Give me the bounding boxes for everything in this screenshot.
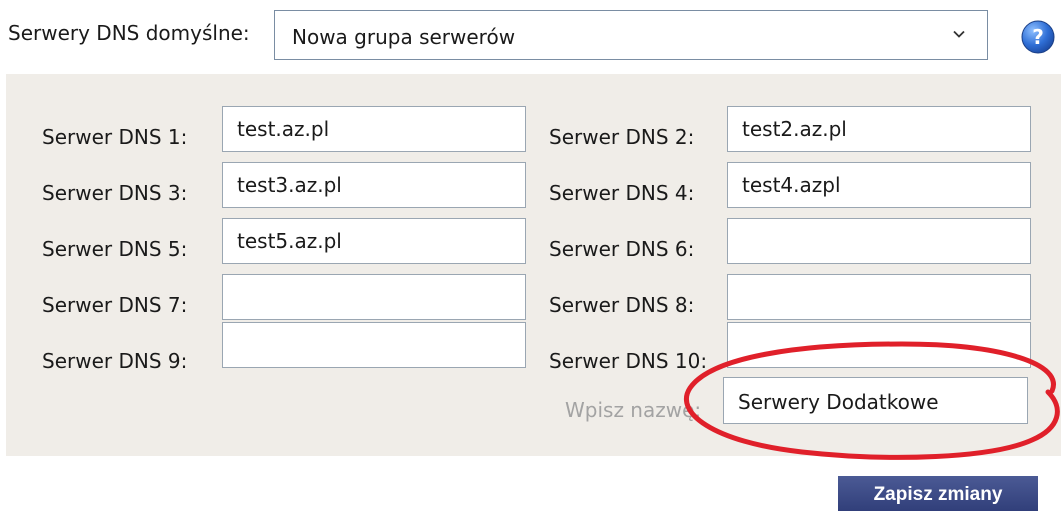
dns-server-8-input[interactable] — [727, 274, 1031, 320]
dns-server-1-value: test.az.pl — [237, 117, 330, 141]
dns-server-1-input[interactable]: test.az.pl — [222, 106, 526, 152]
group-name-input[interactable]: Serwery Dodatkowe — [723, 377, 1028, 424]
dns-server-4-label: Serwer DNS 4: — [549, 181, 695, 205]
chevron-down-icon — [953, 30, 965, 38]
group-name-label: Wpisz nazwę: — [565, 398, 702, 422]
group-name-value: Serwery Dodatkowe — [738, 390, 939, 414]
dns-server-7-input[interactable] — [222, 274, 526, 320]
dns-group-select[interactable]: Nowa grupa serwerów — [274, 10, 988, 60]
dns-server-5-input[interactable]: test5.az.pl — [222, 218, 526, 264]
dns-server-9-input[interactable] — [222, 322, 526, 368]
save-changes-button[interactable]: Zapisz zmiany — [838, 476, 1038, 511]
dns-server-10-label: Serwer DNS 10: — [549, 349, 708, 373]
dns-server-5-value: test5.az.pl — [237, 229, 342, 253]
dns-group-select-value: Nowa grupa serwerów — [292, 25, 516, 49]
dns-server-2-value: test2.az.pl — [742, 117, 847, 141]
dns-server-3-label: Serwer DNS 3: — [42, 181, 188, 205]
default-dns-label: Serwery DNS domyślne: — [8, 21, 250, 45]
dns-server-4-value: test4.azpl — [742, 173, 841, 197]
dns-server-9-label: Serwer DNS 9: — [42, 349, 188, 373]
dns-server-2-input[interactable]: test2.az.pl — [727, 106, 1031, 152]
dns-server-7-label: Serwer DNS 7: — [42, 293, 188, 317]
dns-server-6-input[interactable] — [727, 218, 1031, 264]
svg-text:?: ? — [1032, 25, 1044, 49]
dns-server-6-label: Serwer DNS 6: — [549, 237, 695, 261]
dns-server-2-label: Serwer DNS 2: — [549, 125, 695, 149]
question-mark-icon[interactable]: ? — [1020, 19, 1056, 55]
dns-server-10-input[interactable] — [727, 322, 1031, 368]
dns-server-4-input[interactable]: test4.azpl — [727, 162, 1031, 208]
dns-server-5-label: Serwer DNS 5: — [42, 237, 188, 261]
dns-server-3-input[interactable]: test3.az.pl — [222, 162, 526, 208]
dns-server-8-label: Serwer DNS 8: — [549, 293, 695, 317]
dns-server-1-label: Serwer DNS 1: — [42, 125, 188, 149]
dns-settings-screen: Serwery DNS domyślne: Nowa grupa serweró… — [0, 0, 1061, 511]
dns-server-3-value: test3.az.pl — [237, 173, 342, 197]
